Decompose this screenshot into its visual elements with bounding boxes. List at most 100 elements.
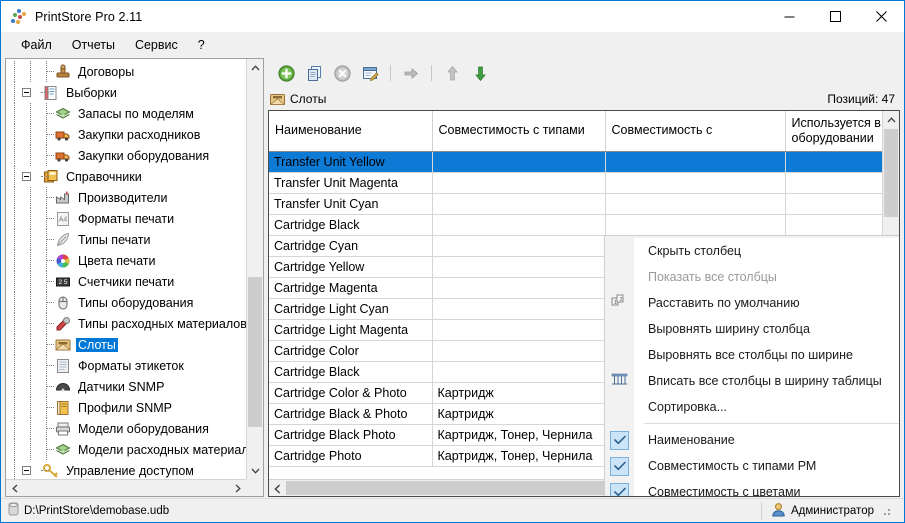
context-menu-item-2[interactable]: 1 2 Расставить по умолчанию xyxy=(605,290,899,316)
check-icon[interactable] xyxy=(610,456,629,476)
tree-guide xyxy=(38,61,54,82)
tree-guide xyxy=(6,82,22,103)
resize-grip[interactable] xyxy=(879,504,893,518)
sidebar-item-8[interactable]: Типы печати xyxy=(6,229,246,250)
sidebar-item-12[interactable]: Типы расходных материалов xyxy=(6,313,246,334)
table-row[interactable]: Cartridge Black 1687 xyxy=(269,214,882,236)
sidebar-item-19[interactable]: Управление доступом xyxy=(6,460,246,479)
sidebar-item-10[interactable]: 2 5 Счетчики печати xyxy=(6,271,246,292)
tree-guide xyxy=(38,439,54,460)
tree-expander-icon[interactable] xyxy=(22,88,31,97)
scroll-up-icon[interactable] xyxy=(247,59,263,76)
grid-scroll-thumb[interactable] xyxy=(884,129,898,217)
sidebar-item-7[interactable]: A4 Форматы печати xyxy=(6,208,246,229)
sidebar-item-14[interactable]: Форматы этикеток xyxy=(6,355,246,376)
menu-file[interactable]: Файл xyxy=(11,35,62,55)
tree-expander-icon[interactable] xyxy=(22,172,31,181)
scroll-left-icon[interactable] xyxy=(269,480,286,496)
sidebar-item-11[interactable]: Типы оборудования xyxy=(6,292,246,313)
sidebar-item-6[interactable]: Производители xyxy=(6,187,246,208)
sidebar-item-4[interactable]: Закупки оборудования xyxy=(6,145,246,166)
fit-columns-icon xyxy=(611,371,628,391)
grid-header-name[interactable]: Наименование xyxy=(269,111,433,152)
grid-header-types[interactable]: Совместимость с типами xyxy=(432,111,606,152)
plus-circle-icon[interactable] xyxy=(274,61,298,85)
menu-help[interactable]: ? xyxy=(188,35,215,55)
context-menu-item-0[interactable]: Скрыть столбец xyxy=(605,238,899,264)
arrow-down-icon[interactable] xyxy=(468,61,492,85)
tree-guide xyxy=(38,376,54,397)
sidebar-vertical-scrollbar[interactable] xyxy=(246,59,263,479)
sidebar-item-3[interactable]: Закупки расходников xyxy=(6,124,246,145)
slot-icon xyxy=(270,93,285,106)
context-menu-item-4[interactable]: Выровнять все столбцы по ширине xyxy=(605,342,899,368)
sidebar-item-0[interactable]: Договоры xyxy=(6,61,246,82)
scroll-down-icon[interactable] xyxy=(247,462,263,479)
scroll-up-icon[interactable] xyxy=(883,111,899,128)
tree-guide xyxy=(6,397,22,418)
profile-icon xyxy=(54,400,72,416)
sidebar-scroll-thumb[interactable] xyxy=(248,277,262,427)
column-context-menu[interactable]: Скрыть столбец Показать все столбцы 1 2 Расс… xyxy=(604,235,899,496)
delete-circle-icon[interactable] xyxy=(330,61,354,85)
sidebar-item-15[interactable]: Датчики SNMP xyxy=(6,376,246,397)
cell-types: Картридж xyxy=(432,382,606,404)
menu-bar: Файл Отчеты Сервис ? xyxy=(1,32,904,58)
tree-guide xyxy=(6,292,22,313)
tree-expander-icon[interactable] xyxy=(22,466,31,475)
cell-name: Cartridge Color xyxy=(269,340,433,362)
sidebar-item-2[interactable]: Запасы по моделям xyxy=(6,103,246,124)
context-menu-item-10[interactable]: Совместимость с цветами xyxy=(605,479,899,496)
arrow-right-icon[interactable] xyxy=(399,61,423,85)
copy-icon[interactable] xyxy=(302,61,326,85)
cell-types: Картридж, Тонер, Чернила xyxy=(432,445,606,467)
table-row[interactable]: Transfer Unit Cyan 4 xyxy=(269,193,882,215)
sidebar-item-16[interactable]: Профили SNMP xyxy=(6,397,246,418)
sidebar-item-1[interactable]: Выборки xyxy=(6,82,246,103)
database-path: D:\PrintStore\demobase.udb xyxy=(24,504,170,517)
menu-reports[interactable]: Отчеты xyxy=(62,35,125,55)
sidebar-item-5[interactable]: Справочники xyxy=(6,166,246,187)
cell-types xyxy=(432,277,606,299)
edit-form-icon[interactable] xyxy=(358,61,382,85)
context-menu-item-5[interactable]: Вписать все столбцы в ширину таблицы xyxy=(605,368,899,394)
scroll-left-icon[interactable] xyxy=(6,480,23,496)
sensor-icon xyxy=(54,379,72,395)
dots-logo-icon xyxy=(11,8,27,25)
menu-gutter xyxy=(605,368,634,394)
context-menu-item-9[interactable]: Совместимость с типами РМ xyxy=(605,453,899,479)
table-row[interactable]: Transfer Unit Magenta 4 xyxy=(269,172,882,194)
grid-header-equipment[interactable]: Используется в оборудовании xyxy=(785,111,882,152)
tree-guide xyxy=(22,313,38,334)
context-menu-item-6[interactable]: Сортировка... xyxy=(605,394,899,420)
tree-guide xyxy=(22,103,38,124)
sidebar-item-9[interactable]: Цвета печати xyxy=(6,250,246,271)
close-icon[interactable] xyxy=(858,1,904,32)
grid-header-row[interactable]: Наименование Совместимость с типами Совмес… xyxy=(269,111,882,152)
context-menu-item-8[interactable]: Наименование xyxy=(605,427,899,453)
context-menu-item-label: Совместимость с типами РМ xyxy=(634,453,899,479)
minimize-icon[interactable] xyxy=(766,1,812,32)
scroll-right-icon[interactable] xyxy=(229,480,246,496)
sidebar-item-17[interactable]: Модели оборудования xyxy=(6,418,246,439)
tree-guide xyxy=(38,250,54,271)
arrow-up-icon[interactable] xyxy=(440,61,464,85)
sidebar-item-18[interactable]: Модели расходных материалов xyxy=(6,439,246,460)
status-divider xyxy=(761,501,763,520)
check-icon[interactable] xyxy=(610,430,629,450)
context-menu-item-3[interactable]: Выровнять ширину столбца xyxy=(605,316,899,342)
sidebar-item-13[interactable]: Слоты xyxy=(6,334,246,355)
sidebar-horizontal-scrollbar[interactable] xyxy=(6,479,246,496)
tree-guide xyxy=(22,250,38,271)
cell-types xyxy=(432,151,606,173)
check-icon[interactable] xyxy=(610,482,629,496)
sidebar-item-label: Запасы по моделям xyxy=(78,106,194,121)
toolbar-separator xyxy=(390,65,391,81)
tree-guide xyxy=(38,229,54,250)
table-row[interactable]: Transfer Unit Yellow 4 xyxy=(269,151,882,173)
menu-service[interactable]: Сервис xyxy=(125,35,188,55)
maximize-icon[interactable] xyxy=(812,1,858,32)
grid-header-colors[interactable]: Совместимость с xyxy=(605,111,786,152)
counter-icon: 2 5 xyxy=(54,274,72,290)
cell-colors xyxy=(605,193,786,215)
